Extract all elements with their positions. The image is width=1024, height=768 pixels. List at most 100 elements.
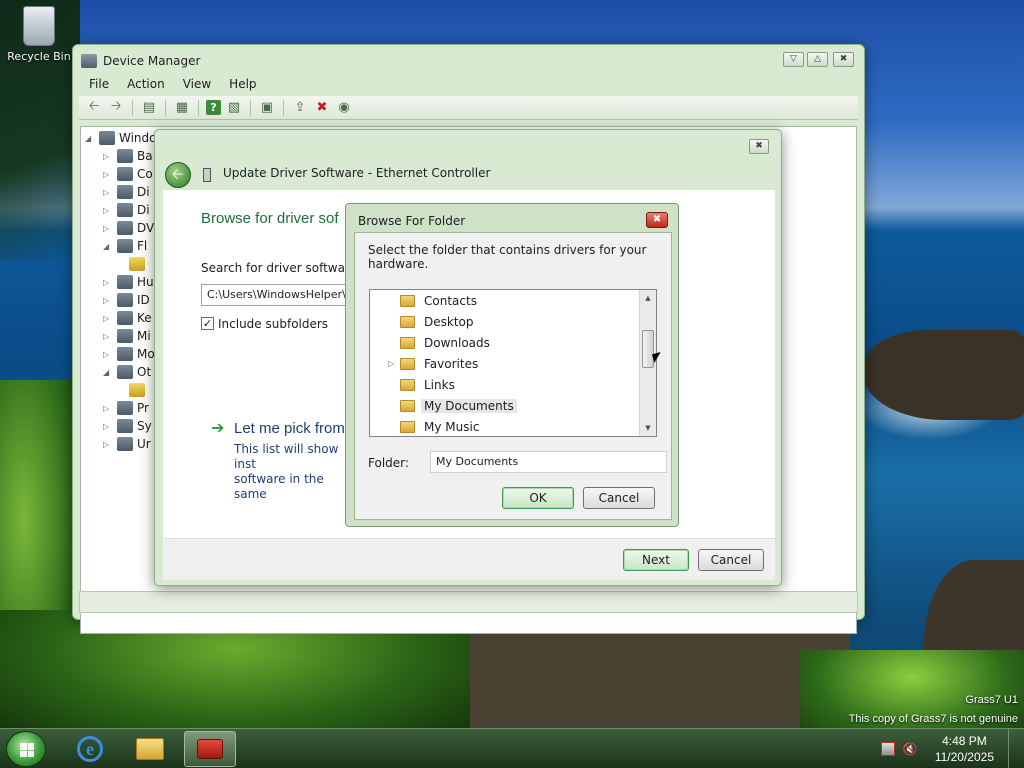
expanded-triangle-icon[interactable]: ◢ — [85, 134, 95, 143]
collapsed-triangle-icon[interactable]: ▷ — [103, 224, 113, 233]
folder-item-favorites[interactable]: ▷ Favorites — [388, 353, 481, 374]
cancel-button[interactable]: Cancel — [583, 487, 655, 509]
dialog-title: Browse For Folder — [358, 214, 466, 228]
expanded-triangle-icon[interactable]: ◢ — [103, 368, 113, 377]
scroll-up-icon[interactable]: ▲ — [640, 290, 656, 306]
folder-item-my-documents[interactable]: My Documents — [388, 395, 517, 416]
tree-item[interactable]: ▷ Mi — [103, 327, 151, 345]
tree-item[interactable]: ▷ Ke — [103, 309, 152, 327]
dialog-title: Update Driver Software - Ethernet Contro… — [223, 166, 491, 180]
green-arrow-icon: ➔ — [211, 418, 225, 437]
minimize-button[interactable]: ▽ — [783, 52, 804, 67]
collapsed-triangle-icon[interactable]: ▷ — [103, 314, 113, 323]
folder-icon — [400, 399, 415, 412]
collapsed-triangle-icon[interactable]: ▷ — [103, 278, 113, 287]
collapsed-triangle-icon[interactable]: ▷ — [103, 422, 113, 431]
folder-item-contacts[interactable]: Contacts — [388, 290, 480, 311]
folder-icon — [136, 738, 164, 760]
folder-item-links[interactable]: Links — [388, 374, 458, 395]
show-desktop-button[interactable] — [1008, 729, 1018, 768]
collapsed-triangle-icon[interactable]: ▷ — [103, 206, 113, 215]
collapsed-triangle-icon[interactable]: ▷ — [103, 170, 113, 179]
back-button[interactable]: 🡠 — [165, 162, 191, 188]
view-icon[interactable]: ▧ — [225, 99, 243, 117]
network-warning-icon[interactable] — [880, 742, 895, 756]
toolbar-separator — [165, 99, 166, 116]
tree-item[interactable]: ▷ Di — [103, 201, 150, 219]
collapsed-triangle-icon[interactable]: ▷ — [103, 332, 113, 341]
collapsed-triangle-icon[interactable]: ▷ — [103, 152, 113, 161]
clock[interactable]: 4:48 PM 11/20/2025 — [935, 733, 994, 765]
collapsed-triangle-icon[interactable]: ▷ — [103, 188, 113, 197]
tree-item[interactable]: ▷ DV — [103, 219, 154, 237]
properties-icon[interactable]: ▦ — [173, 99, 191, 117]
tree-item[interactable]: ◢ Ot — [103, 363, 151, 381]
collapsed-triangle-icon[interactable]: ▷ — [103, 404, 113, 413]
close-button[interactable]: ✖ — [833, 52, 854, 67]
ok-button[interactable]: OK — [502, 487, 574, 509]
uninstall-icon[interactable]: ✖ — [313, 99, 331, 117]
tree-item[interactable]: ▷ ID — [103, 291, 150, 309]
start-button[interactable] — [6, 731, 46, 767]
recycle-bin-icon — [23, 6, 55, 46]
cancel-button[interactable]: Cancel — [698, 549, 764, 571]
folder-item-desktop[interactable]: Desktop — [388, 311, 477, 332]
collapsed-triangle-icon[interactable]: ▷ — [103, 350, 113, 359]
show-hide-tree-icon[interactable]: ▤ — [140, 99, 158, 117]
include-subfolders-checkbox[interactable]: ✓ — [201, 317, 214, 330]
next-button[interactable]: Next — [623, 549, 689, 571]
tree-item[interactable]: ▷ Ba — [103, 147, 153, 165]
hid-icon — [117, 275, 133, 289]
back-arrow-icon[interactable]: 🡠 — [85, 99, 103, 117]
disable-icon[interactable]: ◉ — [335, 99, 353, 117]
tree-item[interactable]: ▷ Ur — [103, 435, 151, 453]
collapsed-triangle-icon[interactable]: ▷ — [103, 296, 113, 305]
expanded-triangle-icon[interactable]: ◢ — [103, 242, 113, 251]
device-manager-titlebar[interactable]: Device Manager — [73, 45, 864, 77]
taskbar-internet-explorer[interactable]: e — [64, 731, 116, 767]
pick-driver-link[interactable]: Let me pick from — [234, 420, 345, 437]
maximize-button[interactable]: △ — [807, 52, 828, 67]
processor-icon — [117, 401, 133, 415]
tree-item[interactable]: ▷ Co — [103, 165, 153, 183]
taskbar: e 🔇 4:48 PM 11/20/2025 — [0, 728, 1024, 768]
ide-controller-icon — [117, 293, 133, 307]
scrollbar-thumb[interactable] — [642, 330, 654, 368]
network-adapter-icon — [203, 168, 211, 182]
tree-item[interactable]: ◢ Fl — [103, 237, 147, 255]
menu-help[interactable]: Help — [229, 77, 256, 91]
folder-item-my-music[interactable]: My Music — [388, 416, 482, 436]
folder-name: Contacts — [424, 293, 477, 308]
driver-path-input[interactable]: C:\Users\WindowsHelper\ — [201, 284, 351, 306]
menu-view[interactable]: View — [183, 77, 211, 91]
tree-item[interactable] — [125, 255, 149, 273]
tree-item[interactable] — [125, 381, 149, 399]
folder-name-input[interactable]: My Documents — [430, 451, 667, 473]
folder-item-downloads[interactable]: Downloads — [388, 332, 493, 353]
pick-driver-description-line: software in the same — [234, 472, 324, 501]
update-driver-icon[interactable]: ⇪ — [291, 99, 309, 117]
taskbar-device-manager[interactable] — [184, 731, 236, 767]
scroll-down-icon[interactable]: ▼ — [640, 420, 656, 436]
volume-muted-icon[interactable]: 🔇 — [903, 742, 918, 756]
close-button[interactable]: ✖ — [646, 212, 668, 228]
collapsed-triangle-icon[interactable]: ▷ — [103, 440, 113, 449]
tree-item[interactable]: ▷ Di — [103, 183, 150, 201]
recycle-bin-desktop-icon[interactable]: Recycle Bin — [6, 6, 72, 63]
taskbar-windows-explorer[interactable] — [124, 731, 176, 767]
tree-root[interactable]: ◢ Windo — [85, 129, 157, 147]
tree-item[interactable]: ▷ Mo — [103, 345, 155, 363]
scan-hardware-icon[interactable]: ▣ — [258, 99, 276, 117]
tree-item[interactable]: ▷ Sy — [103, 417, 152, 435]
tree-item[interactable]: ▷ Pr — [103, 399, 149, 417]
menu-action[interactable]: Action — [127, 77, 165, 91]
folder-tree: Contacts Desktop Downloads ▷ Favorites Li… — [369, 289, 657, 437]
tree-item[interactable]: ▷ Hu — [103, 273, 154, 291]
folder-label: Folder: — [368, 456, 409, 470]
menu-file[interactable]: File — [89, 77, 109, 91]
close-button[interactable]: ✖ — [749, 139, 769, 154]
toolbar-separator — [250, 99, 251, 116]
help-icon[interactable]: ? — [206, 100, 221, 115]
expand-triangle-icon[interactable]: ▷ — [388, 359, 398, 368]
forward-arrow-icon[interactable]: 🡢 — [107, 99, 125, 117]
